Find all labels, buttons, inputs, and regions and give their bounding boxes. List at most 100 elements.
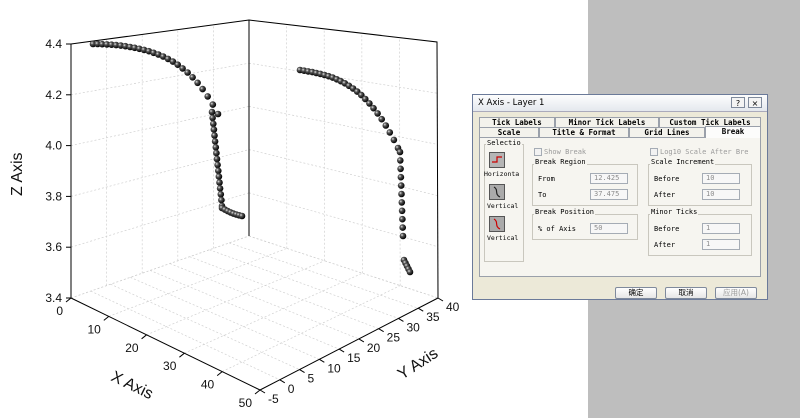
data-point [208, 108, 216, 116]
data-point [213, 155, 221, 163]
ok-button[interactable]: 确定 [615, 287, 657, 299]
data-point [217, 191, 225, 198]
y-axis-label: Y Axis [395, 345, 441, 383]
minor-before-label: Before [654, 225, 680, 233]
data-point [378, 115, 386, 123]
data-point [374, 110, 381, 117]
data-point [399, 224, 407, 231]
data-point [210, 126, 218, 133]
percent-of-axis-label: % of Axis [538, 225, 576, 233]
data-point [397, 173, 405, 181]
data-point [212, 144, 220, 151]
data-point [213, 149, 220, 157]
scale-after-label: After [654, 191, 676, 199]
z-tick-label: 4.0 [45, 139, 62, 153]
data-point [390, 136, 398, 144]
scale-before-input[interactable]: 10 [702, 173, 740, 184]
vertical-alt-option-label[interactable]: Vertical [487, 234, 518, 242]
z-tick-label: 3.8 [45, 189, 62, 203]
close-button[interactable]: × [748, 97, 762, 108]
break-region-title: Break Region [534, 158, 587, 166]
data-point [210, 120, 217, 128]
data-point [215, 173, 223, 180]
help-button[interactable]: ? [731, 97, 745, 108]
x-tick-label: 40 [201, 378, 215, 392]
minor-after-input[interactable]: 1 [702, 239, 740, 250]
data-point [216, 179, 223, 186]
data-point [211, 132, 218, 139]
percent-of-axis-input[interactable]: 50 [590, 223, 628, 234]
apply-button[interactable]: 应用(A) [715, 287, 757, 299]
data-point [184, 69, 191, 76]
break-position-title: Break Position [534, 208, 596, 216]
data-point [214, 110, 222, 118]
axis-frame [70, 19, 439, 391]
minor-after-label: After [654, 241, 676, 249]
break-tab-panel: Selectio Horizonta Vertical Vertical Sho… [479, 137, 761, 277]
cancel-button[interactable]: 取消 [665, 287, 707, 299]
log-scale-checkbox[interactable] [650, 148, 658, 156]
data-point [204, 93, 211, 100]
x-tick-label: 10 [87, 322, 101, 336]
data-point [214, 161, 221, 169]
x-axis-label: X Axis [108, 368, 155, 403]
data-points [89, 40, 414, 276]
minor-ticks-title: Minor Ticks [650, 208, 699, 216]
horizontal-option-label[interactable]: Horizonta [484, 170, 519, 178]
x-tick-label: 50 [239, 396, 253, 410]
y-tick-label: 25 [387, 331, 401, 345]
from-label: From [538, 175, 555, 183]
log-scale-label: Log10 Scale After Bre [660, 148, 749, 156]
y-tick-label: 30 [406, 320, 420, 334]
data-point [370, 104, 377, 112]
z-tick-label: 4.4 [45, 37, 62, 51]
data-point [398, 207, 406, 215]
scale-after-input[interactable]: 10 [702, 189, 740, 200]
minor-before-input[interactable]: 1 [702, 223, 740, 234]
to-label: To [538, 191, 547, 199]
selection-group-title: Selectio [486, 139, 522, 147]
data-point [209, 114, 216, 122]
data-point [209, 101, 217, 108]
data-point [238, 212, 246, 220]
show-break-label: Show Break [544, 148, 587, 156]
data-point [194, 79, 201, 87]
x-tick-label: 30 [163, 359, 177, 373]
y-tick-label: -5 [268, 392, 279, 406]
horizontal-break-icon[interactable] [489, 152, 505, 168]
x-tick-label: 0 [56, 304, 63, 318]
data-point [399, 232, 407, 240]
data-point [216, 185, 224, 192]
data-point [396, 148, 404, 156]
data-point [398, 199, 406, 206]
data-point [386, 129, 394, 136]
data-point [215, 167, 222, 175]
y-tick-label: 0 [288, 382, 295, 396]
vertical-break-icon[interactable] [489, 184, 505, 200]
to-input[interactable]: 37.475 [590, 189, 628, 200]
data-point [399, 215, 406, 223]
tab-break[interactable]: Break [705, 126, 761, 138]
y-tick-label: 10 [327, 361, 341, 375]
dialog-titlebar[interactable]: X Axis - Layer 1 ? × [473, 95, 767, 112]
data-point [189, 74, 196, 81]
data-point [397, 157, 404, 164]
z-axis-label: Z Axis [9, 152, 26, 196]
x-tick-label: 20 [125, 341, 139, 355]
data-point [218, 196, 225, 204]
data-point [397, 165, 404, 173]
vertical-option-label[interactable]: Vertical [487, 202, 518, 210]
z-tick-label: 3.6 [45, 240, 62, 254]
y-tick-label: 5 [308, 372, 315, 386]
data-point [211, 138, 219, 145]
from-input[interactable]: 12.425 [590, 173, 628, 184]
y-tick-label: 35 [426, 310, 440, 324]
z-tick-label: 4.2 [45, 88, 62, 102]
data-point [406, 268, 414, 276]
z-tick-label: 3.4 [45, 291, 62, 305]
vertical-break-alt-icon[interactable] [489, 216, 505, 232]
show-break-checkbox[interactable] [534, 148, 542, 156]
y-tick-label: 40 [446, 300, 460, 314]
data-point [199, 85, 206, 93]
scale-before-label: Before [654, 175, 680, 183]
